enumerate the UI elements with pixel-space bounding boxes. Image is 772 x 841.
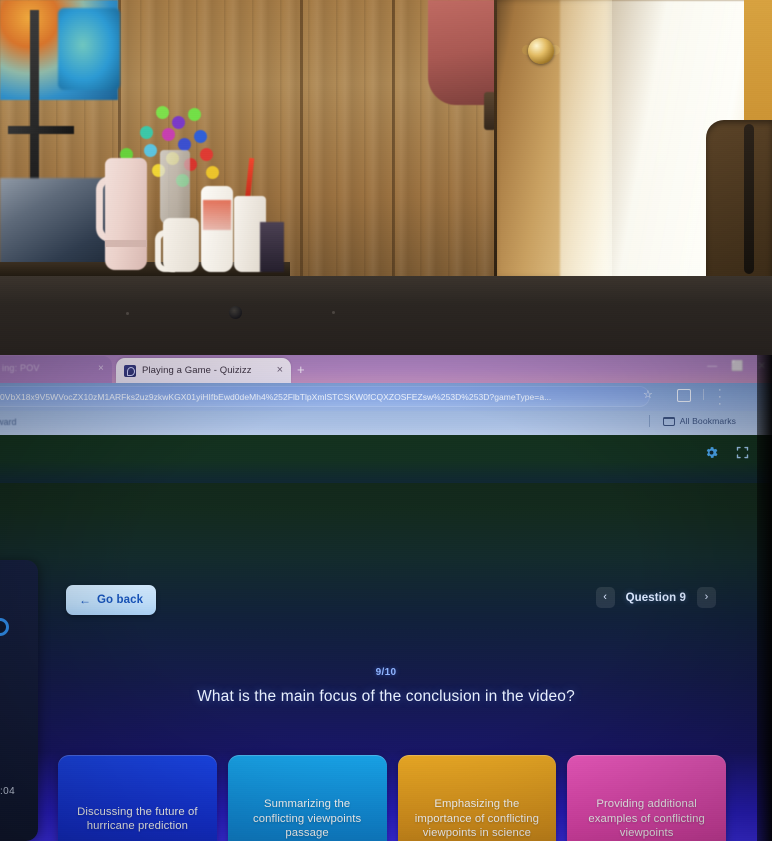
quiz-timer: 7:04: [0, 786, 16, 797]
question-progress: 9/10: [375, 667, 397, 678]
laptop-screen: ing: POV × Playing a Game - Quizizz × + …: [0, 355, 772, 841]
answer-options-list: Discussing the future of hurricane predi…: [58, 755, 726, 841]
minimize-button[interactable]: —: [707, 361, 717, 372]
next-question-button[interactable]: ›: [697, 587, 716, 608]
wall-panel-seam: [392, 0, 395, 280]
chair-frame: [744, 124, 754, 274]
dark-container: [260, 222, 284, 272]
tab-inactive-title: ing: POV: [2, 363, 40, 373]
bookmark-star-icon[interactable]: ☆: [643, 388, 653, 401]
previous-question-button[interactable]: ‹: [595, 587, 615, 608]
question-navigator: ‹ Question 9 ›: [595, 587, 716, 608]
all-bookmarks-label: All Bookmarks: [679, 416, 736, 426]
answer-option-2[interactable]: Summarizing the conflicting viewpoints p…: [227, 755, 387, 841]
toolbar-divider: [703, 389, 704, 400]
webcam-indicator-left: [126, 312, 129, 315]
answer-option-3[interactable]: Emphasizing the importance of conflictin…: [397, 755, 557, 841]
three-dot-menu-icon[interactable]: · · ·: [718, 385, 722, 410]
bookmarks-bar: [0, 411, 772, 435]
webcam-icon: [229, 306, 242, 319]
webcam-indicator-right: [332, 311, 335, 314]
all-bookmarks-button[interactable]: All Bookmarks: [662, 416, 736, 426]
quizizz-favicon-icon: [124, 364, 136, 377]
hanging-shirt: [428, 0, 500, 105]
wall-art-detail: [58, 8, 120, 90]
quiz-hud-controls: [704, 445, 750, 460]
question-text: What is the main focus of the conclusion…: [197, 688, 575, 705]
answer-option-1[interactable]: Discussing the future of hurricane predi…: [58, 755, 217, 841]
door-knob: [528, 38, 554, 64]
room-background-photo: [0, 0, 772, 280]
answer-option-label: Discussing the future of hurricane predi…: [77, 805, 198, 832]
close-icon[interactable]: ×: [277, 365, 283, 376]
white-mug: [163, 218, 199, 272]
metal-rail: [30, 10, 39, 190]
side-panel-icon[interactable]: [677, 389, 691, 402]
metal-rail-cross: [8, 126, 74, 134]
tab-quizizz[interactable]: Playing a Game - Quizizz ×: [116, 358, 291, 383]
chair: [706, 120, 772, 280]
fullscreen-icon[interactable]: [735, 445, 750, 460]
tab-title: Playing a Game - Quizizz: [142, 365, 252, 376]
laptop-bezel: [0, 276, 772, 356]
tumbler-band: [105, 240, 147, 247]
close-icon[interactable]: ×: [98, 363, 104, 374]
go-back-label: Go back: [97, 594, 144, 606]
folder-icon: [662, 416, 675, 426]
url-text: 0VbX18x9V5WVocZX10zM1ARFks2uz9zkwKGX01yi…: [0, 391, 552, 402]
screen-right-shadow: [757, 355, 772, 841]
cup-logo: [203, 200, 231, 230]
maximize-button[interactable]: ⬜: [731, 361, 743, 372]
new-tab-button[interactable]: +: [297, 363, 305, 376]
quizizz-top-strip: [0, 435, 772, 483]
answer-option-label: Emphasizing the importance of conflictin…: [414, 798, 540, 840]
answer-option-label: Providing additional examples of conflic…: [588, 798, 705, 840]
bookmarks-separator: [649, 415, 650, 427]
go-back-button[interactable]: ← Go back: [66, 585, 157, 615]
quiz-nav-row: ← Go back ‹ Question 9 ›: [0, 585, 772, 619]
current-question-label: Question 9: [625, 591, 686, 604]
bookmark-item[interactable]: rward: [0, 417, 17, 427]
wall-panel-seam: [300, 0, 303, 280]
answer-option-label: Summarizing the conflicting viewpoints p…: [252, 798, 362, 840]
flower-vase: [160, 150, 190, 225]
browser-tab-strip: ing: POV × Playing a Game - Quizizz × + …: [0, 355, 772, 383]
quizizz-page: 7:04 ← Go back ‹ Question 9 › 9/10 What …: [0, 435, 772, 841]
address-bar[interactable]: 0VbX18x9V5WVocZX10zM1ARFks2uz9zkwKGX01yi…: [0, 386, 650, 407]
back-arrow-icon: ←: [79, 593, 91, 607]
pink-tumbler: [105, 158, 147, 270]
gear-icon[interactable]: [704, 445, 719, 460]
answer-option-4[interactable]: Providing additional examples of conflic…: [567, 755, 726, 841]
photo-of-laptop-screen: ing: POV × Playing a Game - Quizizz × + …: [0, 0, 772, 841]
